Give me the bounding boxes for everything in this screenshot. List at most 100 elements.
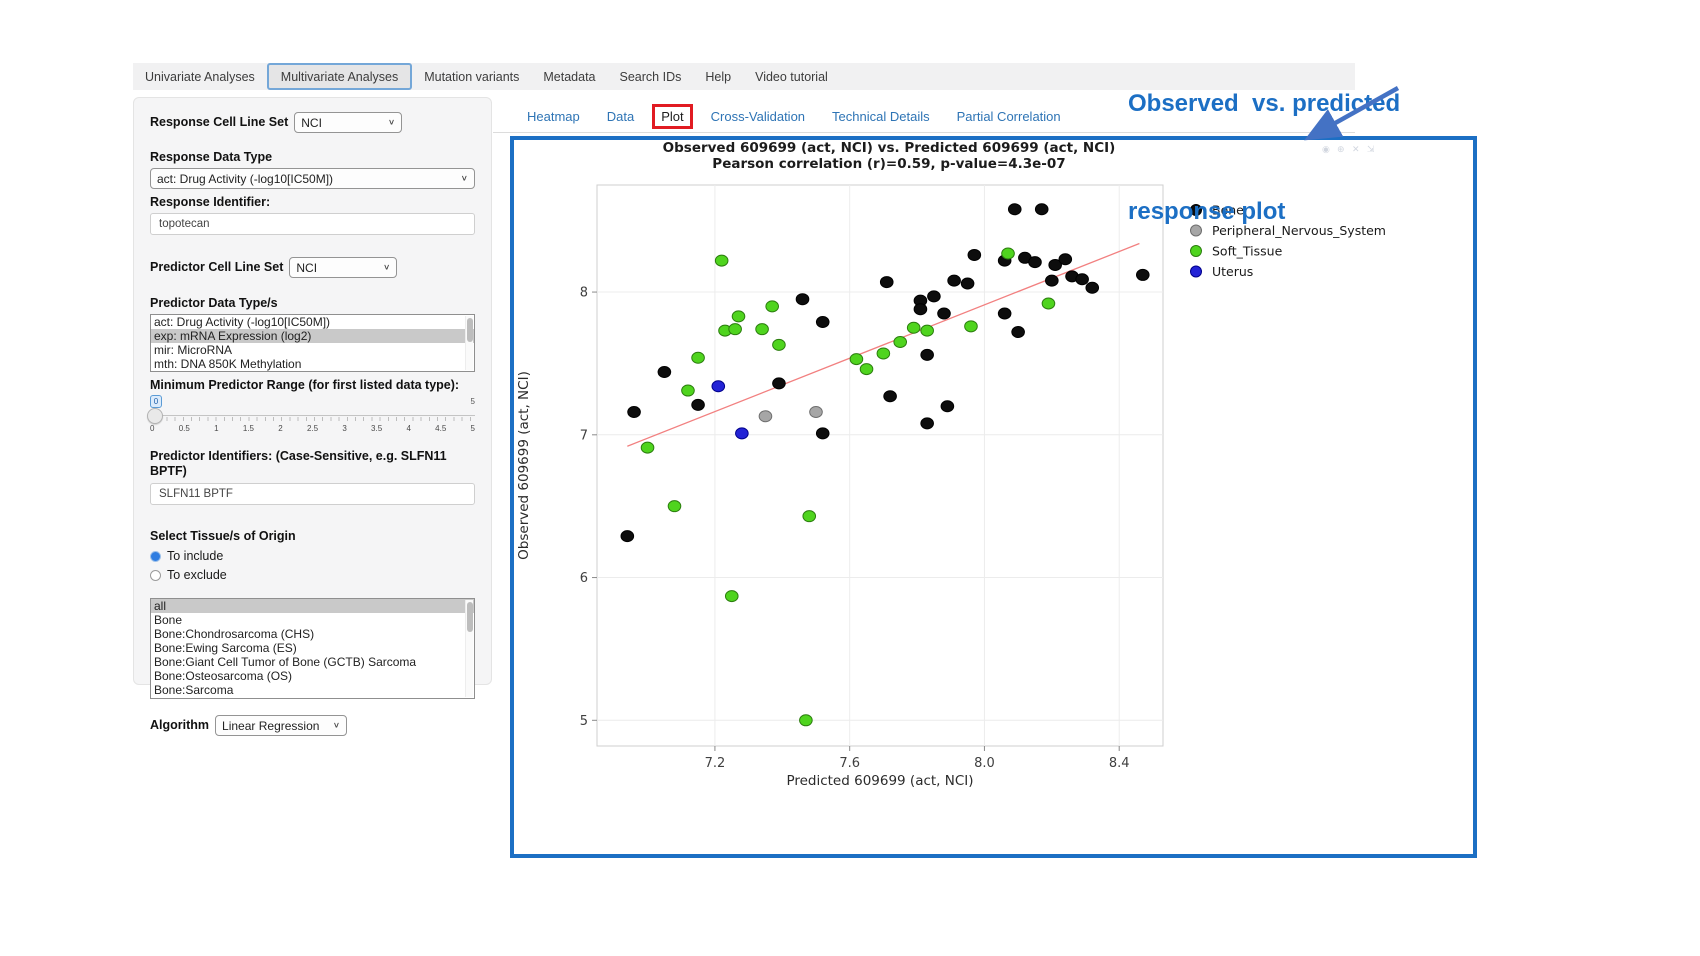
tab-partial-correlation[interactable]: Partial Correlation: [957, 109, 1061, 124]
scatter-point-soft-tissue: [729, 324, 742, 335]
slider-tick-label: 5: [471, 424, 475, 433]
slider-tick-label: 3: [342, 424, 346, 433]
tissue-exclude-label: To exclude: [167, 568, 227, 582]
scatter-point-bone: [998, 308, 1011, 319]
tab-plot[interactable]: Plot: [661, 109, 683, 124]
chevron-down-icon: ∨: [461, 174, 468, 183]
predictor-identifiers-input[interactable]: SLFN11 BPTF: [150, 483, 475, 505]
tissue-option-peripheral-nervous-system[interactable]: Peripheral_Nervous_System: [151, 697, 474, 699]
nav-tab-metadata[interactable]: Metadata: [531, 63, 607, 90]
scatter-point-bone: [628, 406, 641, 417]
scatter-point-bone: [921, 418, 934, 429]
slider-tick-label: 2: [278, 424, 282, 433]
scatter-point-bone: [941, 401, 954, 412]
scrollbar-thumb[interactable]: [467, 602, 473, 632]
tab-data[interactable]: Data: [607, 109, 634, 124]
predictor-data-types-listbox[interactable]: act: Drug Activity (-log10[IC50M])exp: m…: [150, 314, 475, 372]
algorithm-label: Algorithm: [150, 718, 209, 733]
slider-track[interactable]: [150, 415, 475, 416]
response-identifier-input[interactable]: topotecan: [150, 213, 475, 235]
slider-tick-label: 4: [406, 424, 410, 433]
scatter-point-soft-tissue: [641, 442, 654, 453]
y-axis-title: Observed 609699 (act, NCI): [516, 371, 532, 560]
scatter-point-soft-tissue: [803, 511, 816, 522]
x-tick-label: 8.4: [1109, 756, 1130, 771]
predictor-data-types-label: Predictor Data Type/s: [150, 296, 475, 311]
predictor-option-mir-microrna[interactable]: mir: MicroRNA: [151, 343, 474, 357]
scatter-point-bone: [1059, 254, 1072, 265]
nav-tab-univariate-analyses[interactable]: Univariate Analyses: [133, 63, 267, 90]
radio-selected-icon[interactable]: [150, 551, 161, 562]
analysis-subtabs: Heatmap Data Plot Cross-Validation Technical…: [527, 103, 1061, 129]
scatter-point-bone: [880, 277, 893, 288]
annotation-arrow: [1270, 78, 1440, 148]
x-axis-title: Predicted 609699 (act, NCI): [786, 773, 973, 789]
response-cell-line-set-select[interactable]: NCI ∨: [294, 112, 402, 133]
scatter-point-bone: [796, 294, 809, 305]
nav-tab-mutation-variants[interactable]: Mutation variants: [412, 63, 531, 90]
tissue-option-bone-chondrosarcoma-chs[interactable]: Bone:Chondrosarcoma (CHS): [151, 627, 474, 641]
scrollbar-thumb[interactable]: [467, 318, 473, 342]
scatter-point-bone: [961, 278, 974, 289]
predictor-cell-line-set-row: Predictor Cell Line Set NCI ∨: [150, 257, 475, 278]
nav-tab-multivariate-analyses[interactable]: Multivariate Analyses: [267, 63, 412, 90]
algorithm-row: Algorithm Linear Regression ∨: [150, 715, 475, 736]
annotation-line2: response plot: [1128, 194, 1400, 230]
response-data-type-select[interactable]: act: Drug Activity (-log10[IC50M]) ∨: [150, 168, 475, 189]
scrollbar[interactable]: [465, 600, 473, 697]
nav-tab-video-tutorial[interactable]: Video tutorial: [743, 63, 840, 90]
x-tick-label: 8.0: [974, 756, 995, 771]
algorithm-value: Linear Regression: [222, 719, 319, 733]
scatter-point-bone: [968, 249, 981, 260]
scatter-point-soft-tissue: [715, 255, 728, 266]
scrollbar[interactable]: [465, 316, 473, 370]
tissue-listbox[interactable]: allBoneBone:Chondrosarcoma (CHS)Bone:Ewi…: [150, 598, 475, 699]
tissue-option-bone[interactable]: Bone: [151, 613, 474, 627]
tab-cross-validation[interactable]: Cross-Validation: [711, 109, 805, 124]
scatter-point-bone: [928, 291, 941, 302]
scatter-point-soft-tissue: [1002, 248, 1015, 259]
scatter-point-bone: [938, 308, 951, 319]
y-tick-label: 8: [580, 286, 588, 301]
slider-tick-label: 2.5: [307, 424, 318, 433]
tissue-option-bone-osteosarcoma-os[interactable]: Bone:Osteosarcoma (OS): [151, 669, 474, 683]
tissue-option-all[interactable]: all: [151, 599, 474, 613]
scatter-point-soft-tissue: [907, 322, 920, 333]
tissue-option-bone-ewing-sarcoma-es[interactable]: Bone:Ewing Sarcoma (ES): [151, 641, 474, 655]
predictor-option-act-drug-activity-log10-ic50m[interactable]: act: Drug Activity (-log10[IC50M]): [151, 315, 474, 329]
scatter-point-soft-tissue: [725, 591, 738, 602]
sidebar-panel: Response Cell Line Set NCI ∨ Response Da…: [133, 97, 492, 685]
response-identifier-label: Response Identifier:: [150, 195, 475, 210]
slider-handle[interactable]: [147, 408, 163, 424]
nav-tab-search-ids[interactable]: Search IDs: [608, 63, 694, 90]
radio-unselected-icon[interactable]: [150, 570, 161, 581]
tissue-include-label: To include: [167, 549, 223, 563]
tissue-exclude-radio-row[interactable]: To exclude: [150, 568, 475, 582]
scatter-point-soft-tissue: [1042, 298, 1055, 309]
scatter-point-soft-tissue: [668, 501, 681, 512]
tab-heatmap[interactable]: Heatmap: [527, 109, 580, 124]
y-tick-label: 7: [580, 428, 588, 443]
tissue-option-bone-giant-cell-tumor-of-bone-gctb-sarcoma[interactable]: Bone:Giant Cell Tumor of Bone (GCTB) Sar…: [151, 655, 474, 669]
chevron-down-icon: ∨: [333, 721, 340, 730]
scatter-point-bone: [1086, 282, 1099, 293]
predictor-option-mth-dna-850k-methylation[interactable]: mth: DNA 850K Methylation: [151, 357, 474, 371]
red-highlight-box: [652, 104, 692, 129]
scatter-point-soft-tissue: [850, 354, 863, 365]
tab-technical-details[interactable]: Technical Details: [832, 109, 930, 124]
scatter-point-bone: [1029, 257, 1042, 268]
tissue-option-bone-sarcoma[interactable]: Bone:Sarcoma: [151, 683, 474, 697]
scatter-point-bone: [1012, 327, 1025, 338]
predictor-cell-line-set-label: Predictor Cell Line Set: [150, 260, 283, 275]
chevron-down-icon: ∨: [383, 263, 390, 272]
y-tick-label: 5: [580, 714, 588, 729]
predictor-option-exp-mrna-expression-log2[interactable]: exp: mRNA Expression (log2): [151, 329, 474, 343]
tissue-include-radio-row[interactable]: To include: [150, 549, 475, 563]
scatter-point-bone: [816, 428, 829, 439]
predictor-cell-line-set-select[interactable]: NCI ∨: [289, 257, 397, 278]
algorithm-select[interactable]: Linear Regression ∨: [215, 715, 347, 736]
app-root: Univariate AnalysesMultivariate Analyses…: [0, 0, 1700, 956]
min-predictor-range-slider[interactable]: 0 5 00.511.522.533.544.55: [150, 395, 475, 441]
nav-tab-help[interactable]: Help: [693, 63, 743, 90]
scatter-point-bone: [914, 304, 927, 315]
